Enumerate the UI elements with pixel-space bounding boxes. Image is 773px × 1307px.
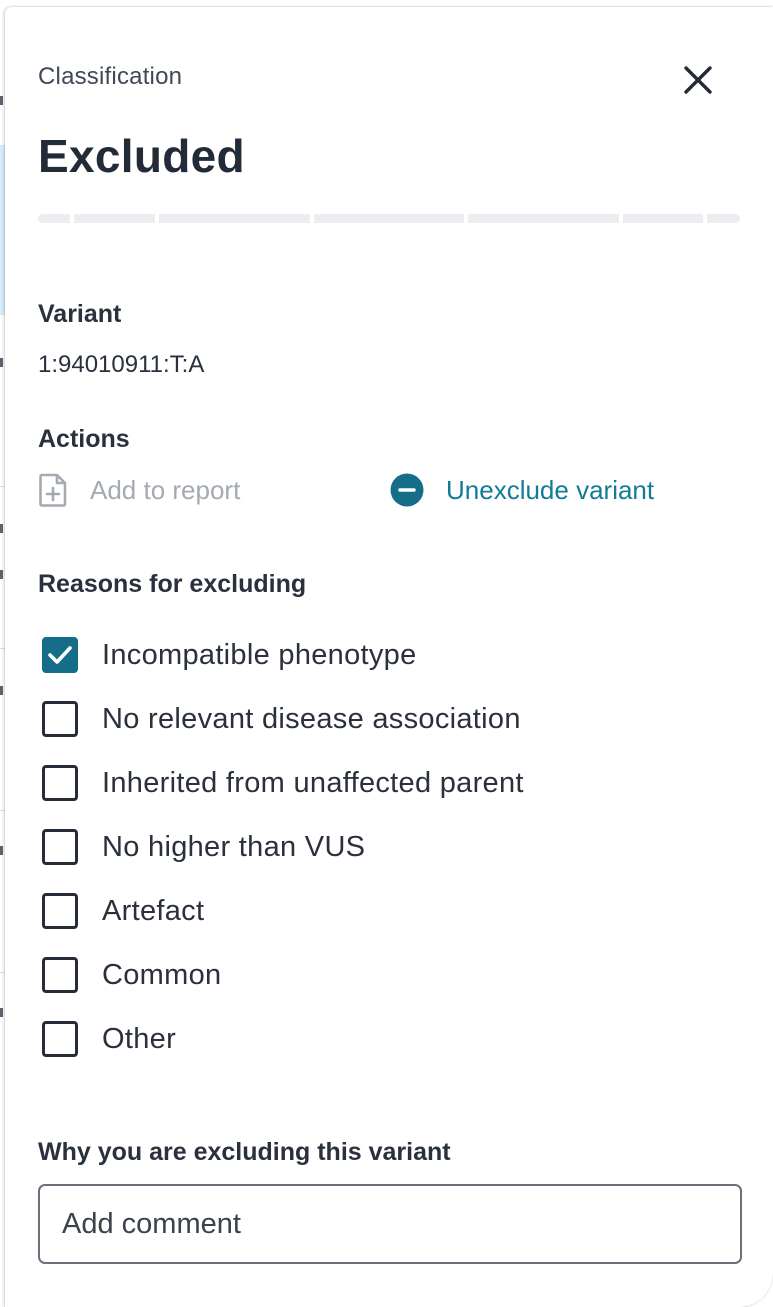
reason-other[interactable]: Other [42,1007,524,1071]
reason-common[interactable]: Common [42,943,524,1007]
checkbox-unchecked[interactable] [42,1021,78,1057]
progress-segment [159,214,310,223]
progress-segment [468,214,619,223]
comment-heading: Why you are excluding this variant [38,1138,451,1166]
close-icon [684,66,712,94]
progress-segment [38,214,70,223]
reasons-heading: Reasons for excluding [38,570,307,598]
add-to-report-button[interactable]: Add to report [38,473,240,507]
classification-progress-bar [38,214,744,223]
progress-segment [707,214,740,223]
unexclude-variant-label: Unexclude variant [446,474,655,505]
reason-no-relevant-disease-association[interactable]: No relevant disease association [42,687,524,751]
background-text-fragment [0,846,3,855]
checkmark-icon [48,646,72,664]
exclusion-reasons-list: Incompatible phenotype No relevant disea… [42,623,524,1071]
background-text-fragment [0,358,3,367]
checkbox-unchecked[interactable] [42,829,78,865]
minus-circle-icon [390,473,424,507]
reason-artefact[interactable]: Artefact [42,879,524,943]
reason-no-higher-than-vus[interactable]: No higher than VUS [42,815,524,879]
checkbox-unchecked[interactable] [42,893,78,929]
progress-segment [623,214,703,223]
reason-label: Incompatible phenotype [102,638,417,671]
panel-eyebrow: Classification [38,63,183,90]
reason-label: Artefact [102,894,205,927]
checkbox-checked[interactable] [42,637,78,673]
reason-label: No higher than VUS [102,830,366,863]
progress-segment [74,214,155,223]
classification-side-panel: Classification Excluded Variant 1:940109… [5,7,773,1307]
reason-label: No relevant disease association [102,702,521,735]
checkbox-unchecked[interactable] [42,701,78,737]
reason-label: Common [102,958,222,991]
background-text-fragment [0,686,3,695]
panel-content: Classification Excluded Variant 1:940109… [38,7,744,1307]
background-text-fragment [0,1008,3,1017]
progress-segment [314,214,464,223]
reason-label: Other [102,1022,177,1055]
reason-incompatible-phenotype[interactable]: Incompatible phenotype [42,623,524,687]
background-text-fragment [0,96,3,105]
reason-inherited-from-unaffected-parent[interactable]: Inherited from unaffected parent [42,751,524,815]
add-to-report-label: Add to report [90,474,241,505]
checkbox-unchecked[interactable] [42,957,78,993]
unexclude-variant-button[interactable]: Unexclude variant [390,473,654,507]
variant-value: 1:94010911:T:A [38,351,205,378]
variant-heading: Variant [38,300,122,328]
checkbox-unchecked[interactable] [42,765,78,801]
actions-heading: Actions [38,425,130,453]
file-plus-icon [38,473,68,507]
page-title: Excluded [38,130,245,182]
close-button[interactable] [678,60,718,100]
background-text-fragment [0,524,3,533]
comment-input[interactable] [38,1184,742,1264]
background-text-fragment [0,570,3,579]
reason-label: Inherited from unaffected parent [102,766,524,799]
